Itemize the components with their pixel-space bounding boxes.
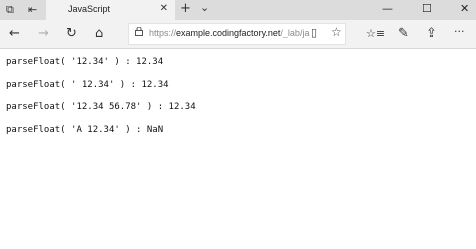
share-icon[interactable]: ⇪ bbox=[426, 26, 437, 41]
reading-view-icon[interactable]: ▯ bbox=[311, 26, 317, 39]
tab-preview-icon[interactable]: ⇤ bbox=[28, 3, 37, 16]
window-close-icon[interactable]: ✕ bbox=[460, 2, 469, 15]
new-tab-icon[interactable]: + bbox=[180, 1, 191, 16]
page-content: parseFloat( '12.34' ) : 12.34 parseFloat… bbox=[6, 57, 196, 147]
maximize-icon[interactable]: ☐ bbox=[422, 2, 432, 15]
minimize-icon[interactable]: — bbox=[382, 2, 393, 15]
tab-javascript[interactable]: JavaScript ✕ bbox=[46, 0, 175, 20]
url-domain: example.codingfactory.net bbox=[176, 28, 281, 38]
tab-bar: ⧉ ⇤ JavaScript ✕ + ⌄ — ☐ ✕ bbox=[0, 0, 476, 20]
output-line: parseFloat( '12.34 56.78' ) : 12.34 bbox=[6, 102, 196, 112]
browser-toolbar: ← → ↻ ⌂ https://example.codingfactory.ne… bbox=[0, 20, 476, 49]
tab-title: JavaScript bbox=[68, 4, 111, 14]
more-icon[interactable]: ··· bbox=[454, 25, 465, 38]
notes-pen-icon[interactable]: ✎ bbox=[398, 26, 409, 41]
home-icon[interactable]: ⌂ bbox=[95, 26, 103, 41]
tabs-aside-icon[interactable]: ⧉ bbox=[6, 3, 14, 17]
address-bar[interactable]: https://example.codingfactory.net/_lab/j… bbox=[128, 23, 346, 45]
tab-close-icon[interactable]: ✕ bbox=[160, 3, 168, 14]
refresh-icon[interactable]: ↻ bbox=[66, 26, 77, 41]
back-icon[interactable]: ← bbox=[9, 26, 20, 41]
output-line: parseFloat( 'A 12.34' ) : NaN bbox=[6, 124, 164, 135]
tab-list-chevron-icon[interactable]: ⌄ bbox=[200, 1, 209, 14]
favorites-hub-icon[interactable]: ☆≡ bbox=[366, 27, 385, 40]
address-url: https://example.codingfactory.net/_lab/j… bbox=[149, 28, 315, 38]
favorite-star-icon[interactable]: ☆ bbox=[331, 25, 342, 39]
output-line: parseFloat( ' 12.34' ) : 12.34 bbox=[6, 79, 169, 90]
forward-icon[interactable]: → bbox=[38, 26, 49, 41]
lock-icon bbox=[135, 27, 143, 36]
url-path: /_lab/ja bbox=[280, 28, 310, 38]
url-scheme: https:// bbox=[149, 28, 177, 38]
output-line: parseFloat( '12.34' ) : 12.34 bbox=[6, 57, 164, 67]
